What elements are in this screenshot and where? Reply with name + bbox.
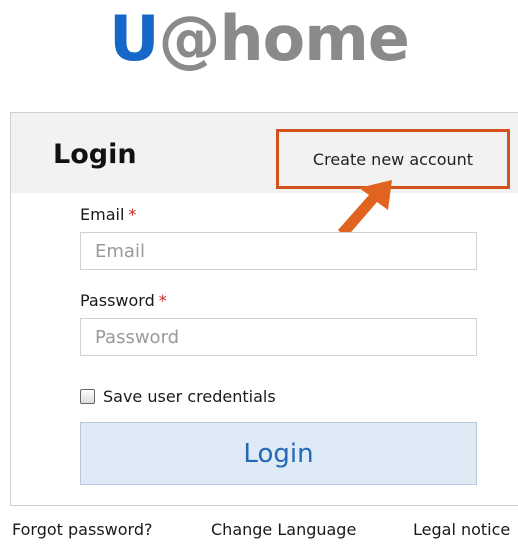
logo-u: U — [109, 2, 159, 75]
save-credentials-checkbox[interactable] — [80, 389, 95, 404]
email-label-text: Email — [80, 205, 125, 224]
email-required-mark: * — [128, 205, 137, 224]
save-credentials-row[interactable]: Save user credentials — [80, 387, 276, 406]
logo-at: @ — [158, 2, 220, 75]
save-credentials-label: Save user credentials — [103, 387, 276, 406]
page-title: Login — [53, 139, 137, 170]
email-field[interactable] — [80, 232, 477, 270]
login-button[interactable]: Login — [80, 422, 477, 485]
legal-notice-link[interactable]: Legal notice — [413, 520, 510, 539]
login-page: U@home Login Create new account Email* P… — [0, 0, 518, 544]
email-label: Email * — [80, 205, 136, 224]
password-required-mark: * — [158, 291, 167, 310]
password-label-text: Password — [80, 291, 155, 310]
create-account-link[interactable]: Create new account — [276, 129, 510, 189]
forgot-password-link[interactable]: Forgot password? — [12, 520, 152, 539]
logo-home: home — [219, 2, 409, 75]
change-language-link[interactable]: Change Language — [211, 520, 356, 539]
brand-logo: U@home — [0, 2, 518, 76]
password-field[interactable] — [80, 318, 477, 356]
password-label: Password * — [80, 291, 167, 310]
